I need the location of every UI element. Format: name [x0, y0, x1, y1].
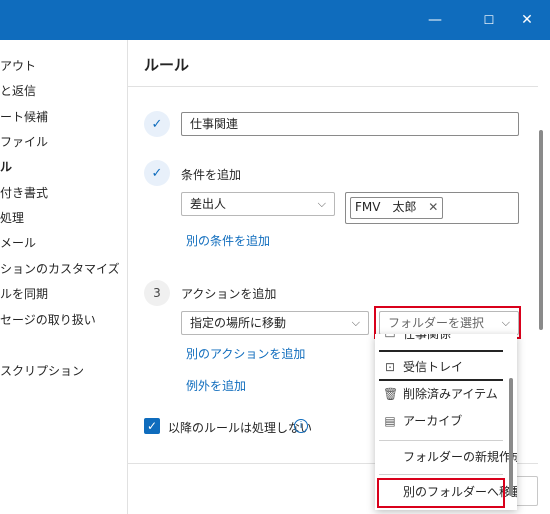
condition-select[interactable]: 差出人 ⌵ — [181, 192, 335, 216]
sidebar-item-mail[interactable]: メール — [0, 233, 36, 253]
list-divider — [379, 474, 503, 475]
dropdown-scrollbar-thumb[interactable] — [509, 378, 513, 496]
rule-name-input[interactable]: 仕事関連 — [181, 112, 519, 136]
sender-chip-label: FMV 太郎 — [355, 200, 417, 214]
add-condition-link[interactable]: 別の条件を追加 — [186, 232, 270, 249]
sidebar-item-layout[interactable]: アウト — [0, 56, 36, 76]
step2-check-icon: ✓ — [144, 160, 170, 186]
step1-check-icon: ✓ — [144, 111, 170, 137]
stop-processing-label: 以降のルールは処理しない — [168, 421, 313, 435]
folder-option-archive[interactable]: ▤ アーカイブ — [375, 407, 505, 435]
add-exception-link[interactable]: 例外を追加 — [186, 377, 246, 394]
sender-chip: FMV 太郎 ✕ — [350, 197, 444, 219]
scrollbar-thumb[interactable] — [539, 130, 543, 330]
action-heading: アクションを追加 — [181, 287, 277, 301]
minimize-button[interactable]: — — [412, 0, 458, 40]
sidebar-item-customize-actions[interactable]: ションのカスタマイズ — [0, 259, 120, 279]
page-title: ルール — [144, 56, 190, 74]
close-button[interactable]: ✕ — [504, 0, 550, 40]
add-action-link[interactable]: 別のアクションを追加 — [186, 345, 305, 362]
sidebar-item-suggestions[interactable]: ート候補 — [0, 107, 48, 127]
chevron-down-icon: ⌵ — [351, 316, 360, 329]
move-option-highlight — [377, 478, 505, 508]
list-separator — [379, 350, 503, 352]
condition-value-box[interactable]: FMV 太郎 ✕ — [345, 192, 519, 224]
inbox-icon: ⊡ — [384, 360, 396, 374]
create-new-folder-option[interactable]: フォルダーの新規作成 — [375, 443, 517, 471]
action-select-value: 指定の場所に移動 — [190, 316, 287, 330]
step3-number-badge: 3 — [144, 280, 170, 306]
chevron-down-icon: ⌵ — [317, 197, 326, 210]
folder-icon: ▭ — [384, 334, 396, 341]
sidebar-item-handling[interactable]: 処理 — [0, 208, 24, 228]
minimize-icon: — — [428, 12, 442, 28]
stop-processing-checkbox[interactable]: ✓ — [144, 418, 160, 434]
folder-option-inbox[interactable]: ⊡ 受信トレイ — [375, 353, 505, 381]
action-select[interactable]: 指定の場所に移動 ⌵ — [181, 311, 369, 335]
condition-heading: 条件を追加 — [181, 168, 242, 182]
sidebar-item-message-handling[interactable]: セージの取り扱い — [0, 310, 96, 330]
condition-select-value: 差出人 — [190, 197, 227, 211]
sidebar-item-attachments[interactable]: ファイル — [0, 132, 48, 152]
close-icon: ✕ — [521, 12, 533, 28]
remove-chip-icon[interactable]: ✕ — [428, 200, 438, 214]
list-divider — [379, 440, 503, 441]
trash-icon: 🗑 — [383, 387, 399, 401]
sidebar-item-sync[interactable]: ルを同期 — [0, 284, 48, 304]
archive-icon: ▤ — [384, 414, 396, 428]
settings-sidebar: アウト と返信 ート候補 ファイル ル 付き書式 処理 メール ションのカスタマ… — [0, 40, 128, 514]
folder-option-work[interactable]: ▭ 仕事関係 — [375, 334, 505, 348]
info-icon[interactable]: i — [294, 419, 308, 433]
title-bar: — ☐ ✕ — [0, 0, 550, 40]
maximize-icon: ☐ — [483, 13, 495, 27]
sidebar-item-subscriptions[interactable]: スクリプション — [0, 361, 84, 381]
sidebar-item-rules[interactable]: ル — [0, 157, 12, 177]
sidebar-item-conditional-formatting[interactable]: 付き書式 — [0, 183, 48, 203]
folder-option-deleted[interactable]: 🗑 削除済みアイテム — [375, 380, 505, 408]
sidebar-item-compose-reply[interactable]: と返信 — [0, 81, 36, 101]
title-divider — [128, 86, 538, 87]
